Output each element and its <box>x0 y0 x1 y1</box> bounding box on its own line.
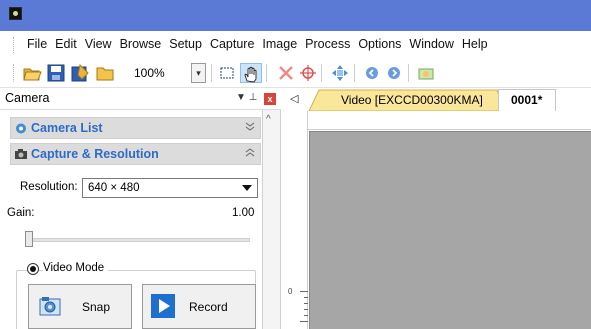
gain-slider-thumb[interactable] <box>25 231 33 247</box>
panel-scrollbar[interactable]: ^ <box>263 110 281 329</box>
menu-capture[interactable]: Capture <box>206 31 258 58</box>
panel-close-button[interactable]: x <box>264 93 276 105</box>
vertical-ruler: 0 <box>286 111 308 329</box>
ruler-zero-label: 0 <box>288 287 293 296</box>
snap-camera-icon <box>39 297 61 316</box>
video-mode-label: Video Mode <box>43 262 109 274</box>
record-label: Record <box>189 300 228 314</box>
tab-video-label: Video [EXCCD00300KMA] <box>341 93 483 107</box>
menu-file[interactable]: File <box>23 31 51 58</box>
batch-save-icon[interactable] <box>70 63 90 83</box>
toolbar-separator <box>354 64 355 82</box>
video-mode-radio[interactable] <box>27 263 39 275</box>
move-icon[interactable] <box>330 63 350 83</box>
zoom-level[interactable]: 100% <box>130 63 182 83</box>
menu-browse[interactable]: Browse <box>116 31 166 58</box>
panel-title: Camera <box>5 91 50 105</box>
menu-bar: File Edit View Browse Setup Capture Imag… <box>0 31 591 58</box>
dropdown-caret-icon <box>242 185 252 191</box>
zoom-dropdown-button[interactable]: ▾ <box>191 63 206 83</box>
toolbar-separator <box>266 64 267 82</box>
ruler-tick <box>300 321 308 322</box>
app-icon[interactable] <box>9 7 22 20</box>
crosshair-icon[interactable] <box>298 63 318 83</box>
scroll-up-icon[interactable]: ^ <box>266 114 271 125</box>
select-rect-icon[interactable] <box>217 63 237 83</box>
menu-options[interactable]: Options <box>354 31 405 58</box>
ruler-tick <box>304 297 308 298</box>
ruler-tick <box>304 309 308 310</box>
title-bar <box>0 0 591 31</box>
tab-scroll-left-icon[interactable]: ◁ <box>290 92 298 105</box>
snap-button[interactable]: Snap <box>28 284 132 329</box>
section-capture-resolution[interactable]: Capture & Resolution <box>10 143 261 165</box>
horizontal-ruler <box>286 111 591 130</box>
section-camera-list[interactable]: Camera List <box>10 117 261 139</box>
snapshot-icon[interactable] <box>416 63 436 83</box>
menu-window[interactable]: Window <box>405 31 457 58</box>
gain-slider-track[interactable] <box>30 238 250 242</box>
resolution-select[interactable]: 640 × 480 <box>82 178 258 198</box>
menu-image[interactable]: Image <box>258 31 301 58</box>
section-capture-resolution-label: Capture & Resolution <box>31 147 159 161</box>
toolbar-separator <box>321 64 322 82</box>
camera-icon <box>15 149 27 159</box>
record-button[interactable]: Record <box>142 284 256 329</box>
forward-icon[interactable] <box>384 63 404 83</box>
camera-panel-header: Camera ▼ ⊥ x <box>0 88 281 110</box>
resolution-label: Resolution: <box>20 181 78 193</box>
hand-pan-icon[interactable] <box>240 63 262 83</box>
image-canvas[interactable] <box>309 131 591 329</box>
open-folder-icon[interactable] <box>22 63 42 83</box>
menu-process[interactable]: Process <box>301 31 354 58</box>
snap-label: Snap <box>82 300 111 314</box>
chevron-down-icon[interactable] <box>245 122 255 134</box>
menu-help[interactable]: Help <box>458 31 492 58</box>
menu-view[interactable]: View <box>81 31 116 58</box>
menu-grip <box>13 36 16 53</box>
gain-label: Gain: <box>7 207 35 219</box>
back-icon[interactable] <box>362 63 382 83</box>
tab-image[interactable]: 0001* <box>498 89 556 111</box>
record-play-icon <box>151 294 175 318</box>
toolbar-separator <box>211 64 212 82</box>
tab-image-label: 0001* <box>511 93 543 107</box>
save-icon[interactable] <box>46 63 66 83</box>
toolbar: 100% ▾ <box>0 58 591 88</box>
delete-icon[interactable] <box>276 63 296 83</box>
ruler-tick <box>304 303 308 304</box>
ruler-tick <box>300 291 308 292</box>
folder-icon[interactable] <box>95 63 115 83</box>
chevron-up-icon[interactable] <box>245 148 255 160</box>
ruler-tick <box>304 315 308 316</box>
camera-list-icon <box>16 123 26 134</box>
panel-menu-pin-icon[interactable]: ▼ ⊥ <box>236 92 257 103</box>
gain-value: 1.00 <box>232 207 255 219</box>
menu-edit[interactable]: Edit <box>51 31 81 58</box>
resolution-value: 640 × 480 <box>88 182 140 194</box>
menu-setup[interactable]: Setup <box>165 31 206 58</box>
toolbar-grip <box>13 64 14 82</box>
toolbar-separator <box>408 64 409 82</box>
section-camera-list-label: Camera List <box>31 121 103 135</box>
